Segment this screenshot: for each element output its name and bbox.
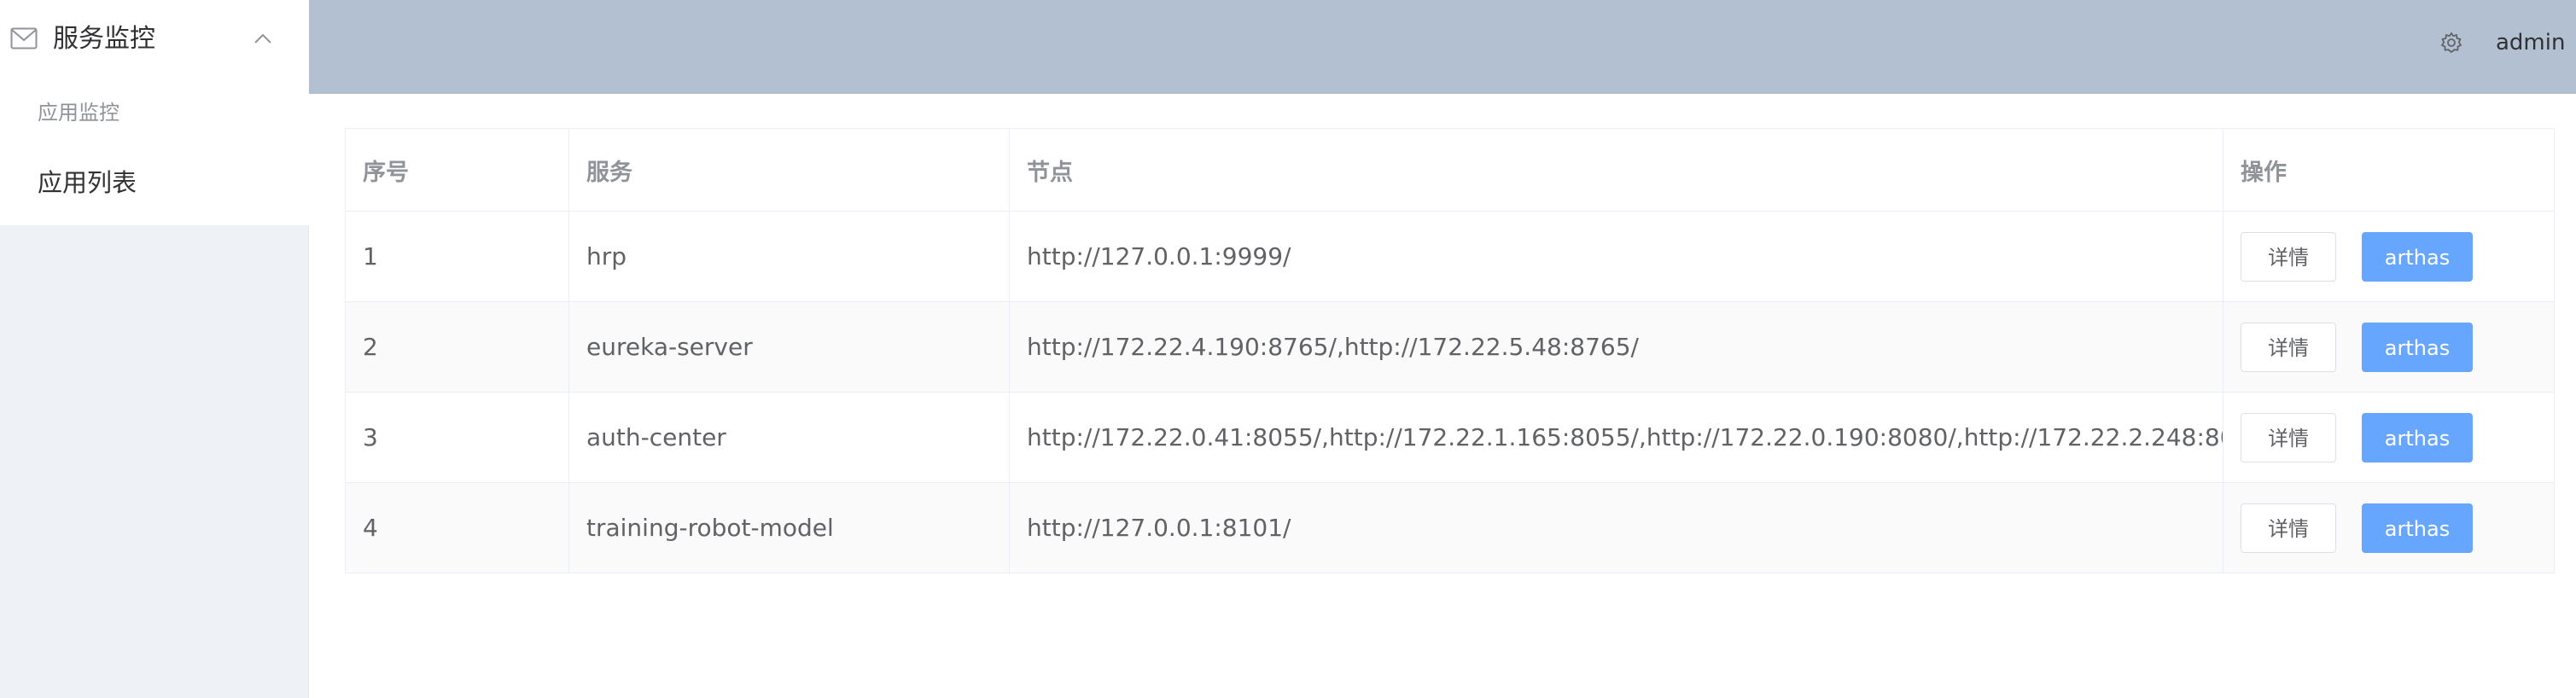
table-row: 2 eureka-server http://172.22.4.190:8765… bbox=[345, 301, 2555, 393]
arthas-button[interactable]: arthas bbox=[2362, 412, 2473, 462]
cell-service: hrp bbox=[568, 211, 1010, 302]
sidebar-menu: 服务监控 应用监控 应用列表 bbox=[0, 0, 309, 225]
arthas-button[interactable]: arthas bbox=[2362, 503, 2473, 553]
table-row: 4 training-robot-model http://127.0.0.1:… bbox=[345, 482, 2555, 573]
table-header-row: 序号 服务 节点 操作 bbox=[345, 128, 2555, 212]
submenu-service-monitor[interactable]: 服务监控 bbox=[0, 0, 309, 79]
cell-nodes: http://172.22.4.190:8765/,http://172.22.… bbox=[1009, 301, 2223, 393]
detail-button[interactable]: 详情 bbox=[2241, 322, 2336, 372]
sidebar-item-label: 应用列表 bbox=[38, 168, 137, 197]
cell-actions: 详情 arthas bbox=[2223, 211, 2555, 302]
cell-actions: 详情 arthas bbox=[2223, 482, 2555, 573]
sidebar: 服务监控 应用监控 应用列表 bbox=[0, 0, 309, 698]
cell-nodes: http://127.0.0.1:8101/ bbox=[1009, 482, 2223, 573]
chevron-up-icon[interactable] bbox=[253, 31, 273, 46]
menu-group-title: 应用监控 bbox=[38, 101, 119, 125]
detail-button[interactable]: 详情 bbox=[2241, 412, 2336, 462]
cell-nodes: http://127.0.0.1:9999/ bbox=[1009, 211, 2223, 302]
cell-actions: 详情 arthas bbox=[2223, 392, 2555, 483]
arthas-button[interactable]: arthas bbox=[2362, 231, 2473, 282]
user-name[interactable]: admin bbox=[2496, 27, 2565, 58]
mail-icon bbox=[10, 27, 38, 49]
cell-actions: 详情 arthas bbox=[2223, 301, 2555, 393]
column-header-nodes: 节点 bbox=[1009, 128, 2223, 212]
submenu-title: 服务监控 bbox=[53, 24, 155, 54]
column-header-service: 服务 bbox=[568, 128, 1010, 212]
cell-index: 2 bbox=[345, 301, 569, 393]
cell-service: auth-center bbox=[568, 392, 1010, 483]
table-row: 1 hrp http://127.0.0.1:9999/ 详情 arthas bbox=[345, 211, 2555, 302]
top-header bbox=[309, 0, 2576, 94]
gear-icon[interactable] bbox=[2439, 31, 2463, 55]
cell-nodes: http://172.22.0.41:8055/,http://172.22.1… bbox=[1009, 392, 2223, 483]
cell-index: 4 bbox=[345, 482, 569, 573]
arthas-button[interactable]: arthas bbox=[2362, 322, 2473, 372]
sidebar-item-app-list[interactable]: 应用列表 bbox=[0, 155, 309, 210]
column-header-actions: 操作 bbox=[2223, 128, 2555, 212]
table-row: 3 auth-center http://172.22.0.41:8055/,h… bbox=[345, 392, 2555, 483]
cell-index: 3 bbox=[345, 392, 569, 483]
cell-index: 1 bbox=[345, 211, 569, 302]
detail-button[interactable]: 详情 bbox=[2241, 231, 2336, 282]
cell-service: eureka-server bbox=[568, 301, 1010, 393]
cell-service: training-robot-model bbox=[568, 482, 1010, 573]
detail-button[interactable]: 详情 bbox=[2241, 503, 2336, 553]
column-header-index: 序号 bbox=[345, 128, 569, 212]
service-table: 序号 服务 节点 操作 1 hrp http://127.0.0.1:9999/… bbox=[345, 128, 2555, 573]
